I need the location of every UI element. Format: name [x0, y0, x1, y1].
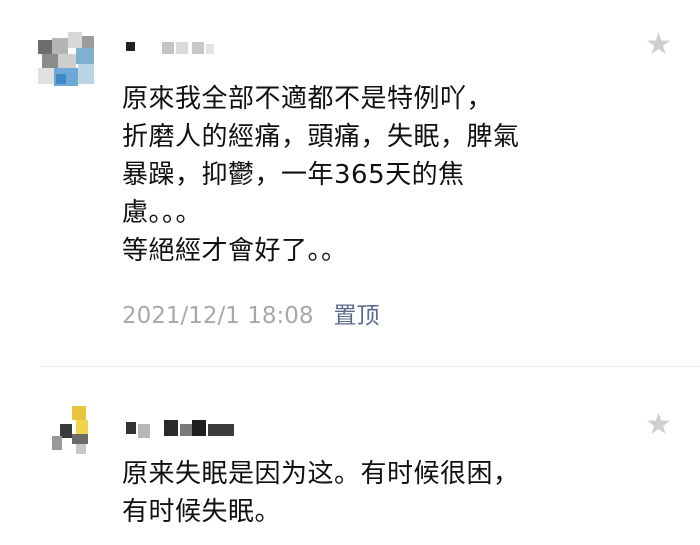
- username[interactable]: [122, 40, 222, 60]
- comment-text: 原来失眠是因为这。有时候很困， 有时候失眠。: [122, 459, 520, 527]
- avatar[interactable]: [52, 406, 92, 454]
- username[interactable]: [122, 416, 242, 444]
- avatar[interactable]: [38, 32, 96, 90]
- comment-meta: 2021/12/1 18:08 置顶: [122, 296, 380, 330]
- comment-item: ★ 原来失眠是因为这。有时候很困， 有时候失眠。: [0, 366, 700, 545]
- pin-button[interactable]: 置顶: [334, 303, 380, 329]
- comment-timestamp: 2021/12/1 18:08: [122, 303, 314, 329]
- star-icon[interactable]: ★: [645, 30, 672, 60]
- comment-text: 原來我全部不適都不是特例吖， 折磨人的經痛，頭痛，失眠，脾氣 暴躁，抑鬱，一年3…: [122, 84, 520, 266]
- star-icon[interactable]: ★: [645, 410, 672, 440]
- comment-item: ★ 原來我全部不適都不是特例吖， 折磨人的經痛，頭痛，失眠，脾氣 暴躁，抑鬱，一…: [0, 0, 700, 366]
